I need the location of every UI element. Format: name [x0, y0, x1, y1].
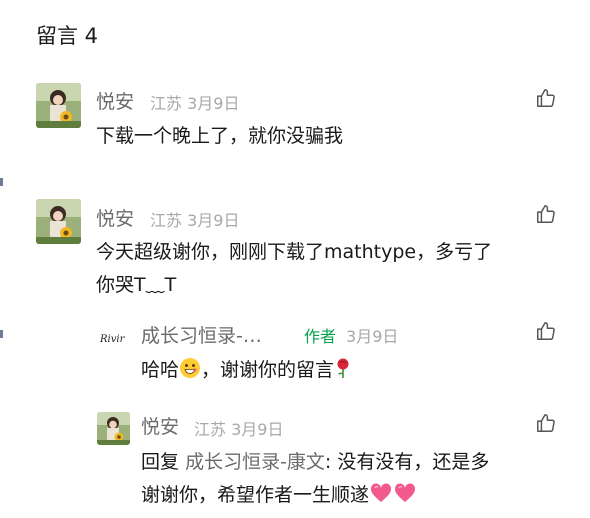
author-avatar[interactable]: Rivir: [98, 321, 131, 354]
reply-text-line: 谢谢你，希望作者一生顺遂: [141, 479, 581, 515]
reply-text: 哈哈 ，谢谢你的留言: [141, 354, 352, 390]
comment-date: 3月9日: [187, 94, 240, 113]
comments-section-title: 留言 4: [36, 24, 99, 48]
thumbs-up-icon[interactable]: [535, 87, 557, 109]
comment-date: 3月9日: [187, 211, 240, 230]
reply-target-link[interactable]: 成长习恒录-康文: [185, 451, 325, 473]
comment-text: 下载一个晚上了，就你没骗我: [96, 125, 344, 147]
commenter-name[interactable]: 悦安: [141, 412, 179, 439]
reply-text: 回复 成长习恒录-康文: 没有没有，还是多 谢谢你，希望作者一生顺遂: [141, 446, 581, 515]
commenter-name[interactable]: 悦安: [96, 87, 134, 114]
window-edge-mark: [0, 178, 3, 186]
reply-prefix: 回复: [141, 451, 180, 473]
comment-text-line: 你哭T﹏T: [96, 274, 177, 296]
thumbs-up-icon[interactable]: [535, 320, 557, 342]
user-avatar[interactable]: [36, 199, 81, 244]
reply-text-part: 哈哈: [141, 359, 180, 381]
commenter-name[interactable]: 悦安: [96, 204, 134, 231]
user-avatar[interactable]: [97, 412, 130, 445]
reply-date: 3月9日: [346, 327, 399, 346]
pink-heart-emoji: [369, 482, 393, 515]
author-badge: 作者: [304, 327, 337, 346]
pink-heart-emoji: [393, 482, 417, 515]
window-edge-mark: [0, 330, 3, 338]
reply-text-part: 谢谢你，希望作者一生顺遂: [141, 484, 370, 506]
reply-text-part: ，谢谢你的留言: [201, 359, 335, 381]
thumbs-up-icon[interactable]: [535, 203, 557, 225]
author-name[interactable]: 成长习恒录-…: [141, 321, 262, 348]
reply-date: 3月9日: [231, 420, 284, 439]
reply-meta: 作者 3月9日: [304, 323, 398, 347]
comment-text: 今天超级谢你，刚刚下载了mathtype，多亏了 你哭T﹏T: [96, 236, 576, 302]
comment-meta: 江苏 3月9日: [150, 207, 239, 231]
grinning-face-emoji: [179, 357, 201, 390]
reply-text-line: 回复 成长习恒录-康文: 没有没有，还是多: [141, 446, 581, 479]
thumbs-up-icon[interactable]: [535, 412, 557, 434]
user-avatar[interactable]: [36, 83, 81, 128]
reply-meta: 江苏 3月9日: [194, 416, 283, 440]
comment-location: 江苏: [150, 94, 183, 113]
comment-text-line: 今天超级谢你，刚刚下载了mathtype，多亏了: [96, 241, 493, 263]
author-avatar-text: Rivir: [99, 334, 126, 345]
rose-emoji: [334, 357, 352, 390]
comment-location: 江苏: [150, 211, 183, 230]
reply-text-part: : 没有没有，还是多: [324, 451, 490, 473]
reply-location: 江苏: [194, 420, 227, 439]
comment-meta: 江苏 3月9日: [150, 90, 239, 114]
